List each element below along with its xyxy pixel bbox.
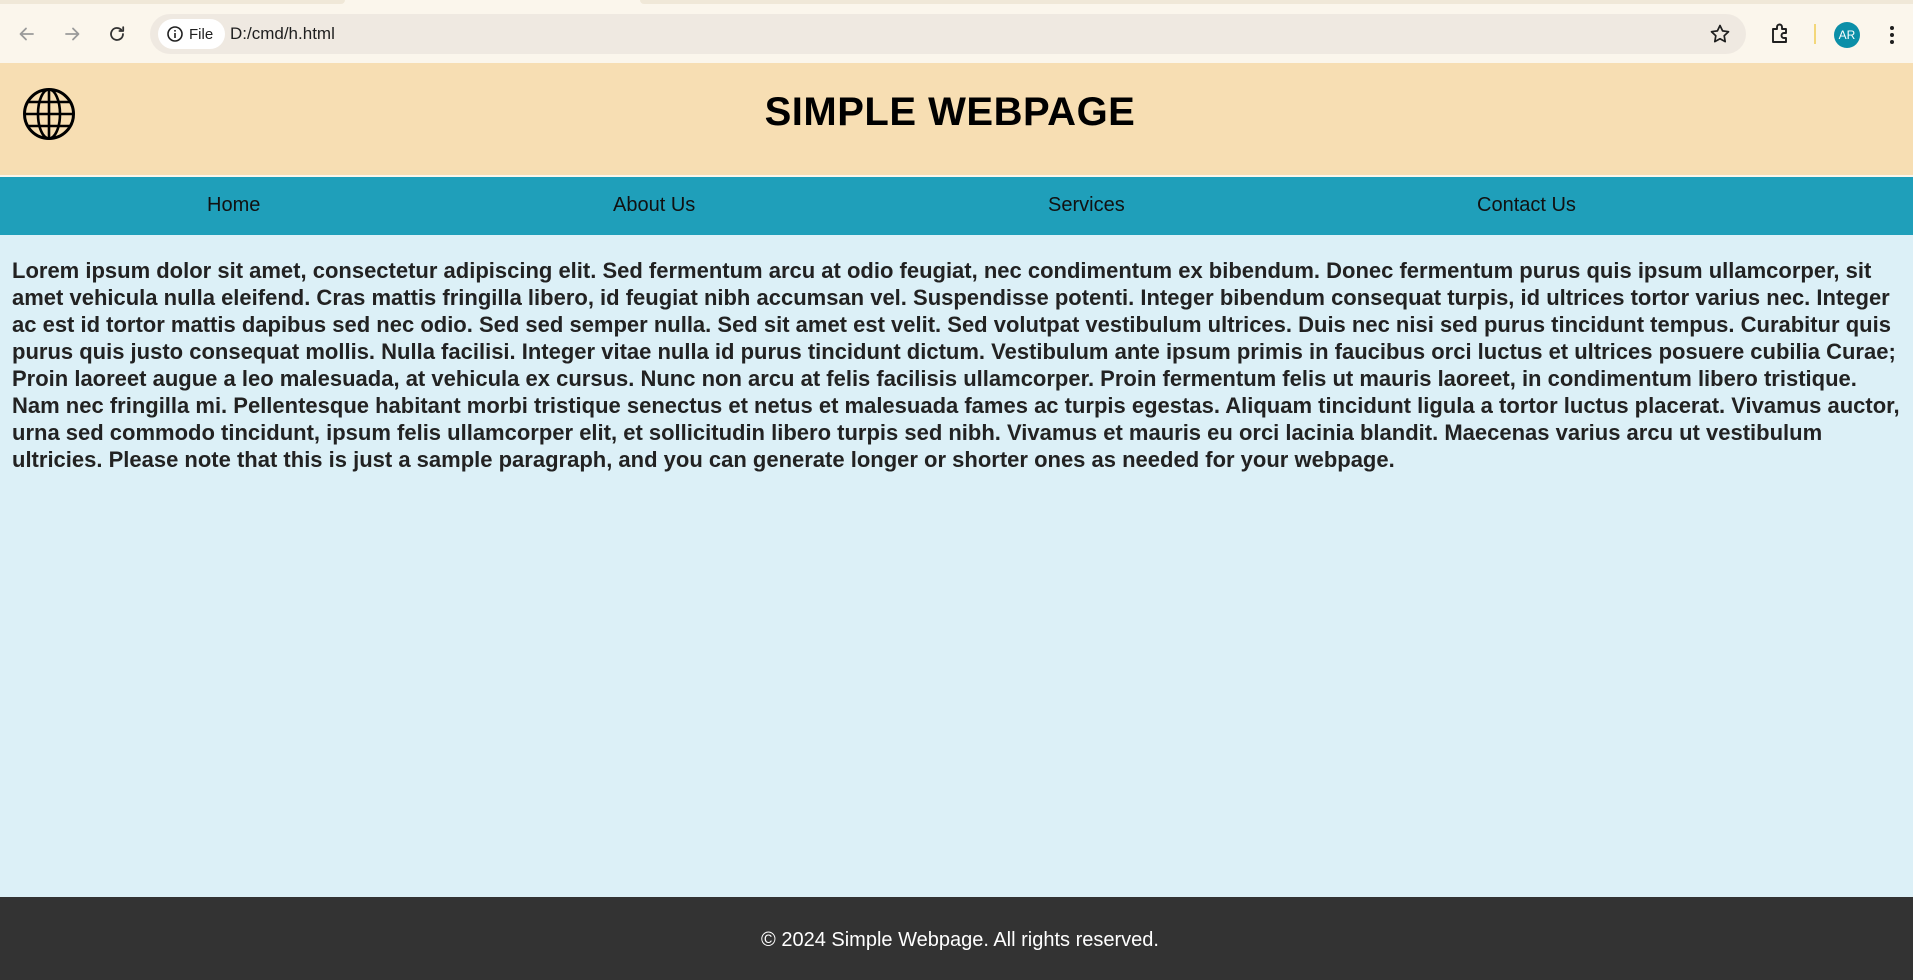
browser-toolbar: File D:/cmd/h.html AR <box>0 0 1913 63</box>
back-button[interactable] <box>10 17 44 51</box>
info-icon <box>167 26 183 42</box>
reload-button[interactable] <box>100 17 134 51</box>
toolbar-divider <box>1814 24 1816 44</box>
arrow-left-icon <box>19 27 34 41</box>
star-icon[interactable] <box>1708 22 1732 46</box>
tab-strip-edge <box>640 0 1913 4</box>
nav-link-contact[interactable]: Contact Us <box>1477 194 1576 217</box>
site-chip-label: File <box>189 25 214 43</box>
url-text[interactable]: D:/cmd/h.html <box>230 24 335 44</box>
site-header: SIMPLE WEBPAGE <box>0 63 1913 175</box>
profile-avatar[interactable]: AR <box>1834 22 1860 48</box>
footer-copyright: © 2024 Simple Webpage. All rights reserv… <box>761 929 1159 951</box>
kebab-menu-icon[interactable] <box>1880 22 1904 48</box>
reload-icon <box>110 26 125 41</box>
main-nav: Home About Us Services Contact Us <box>0 177 1913 235</box>
nav-link-about[interactable]: About Us <box>613 194 695 217</box>
page-title: SIMPLE WEBPAGE <box>764 90 1136 134</box>
nav-link-home[interactable]: Home <box>207 194 260 217</box>
arrow-right-icon <box>65 27 80 41</box>
forward-button[interactable] <box>55 17 89 51</box>
main-content: Lorem ipsum dolor sit amet, consectetur … <box>0 235 1913 897</box>
tab-strip-edge <box>0 0 345 4</box>
address-bar[interactable]: File D:/cmd/h.html <box>150 14 1746 54</box>
nav-link-services[interactable]: Services <box>1048 194 1125 217</box>
content-paragraph: Lorem ipsum dolor sit amet, consectetur … <box>12 258 1900 472</box>
puzzle-icon[interactable] <box>1768 20 1794 46</box>
site-info-chip[interactable]: File <box>158 19 226 49</box>
site-footer: © 2024 Simple Webpage. All rights reserv… <box>0 897 1913 980</box>
